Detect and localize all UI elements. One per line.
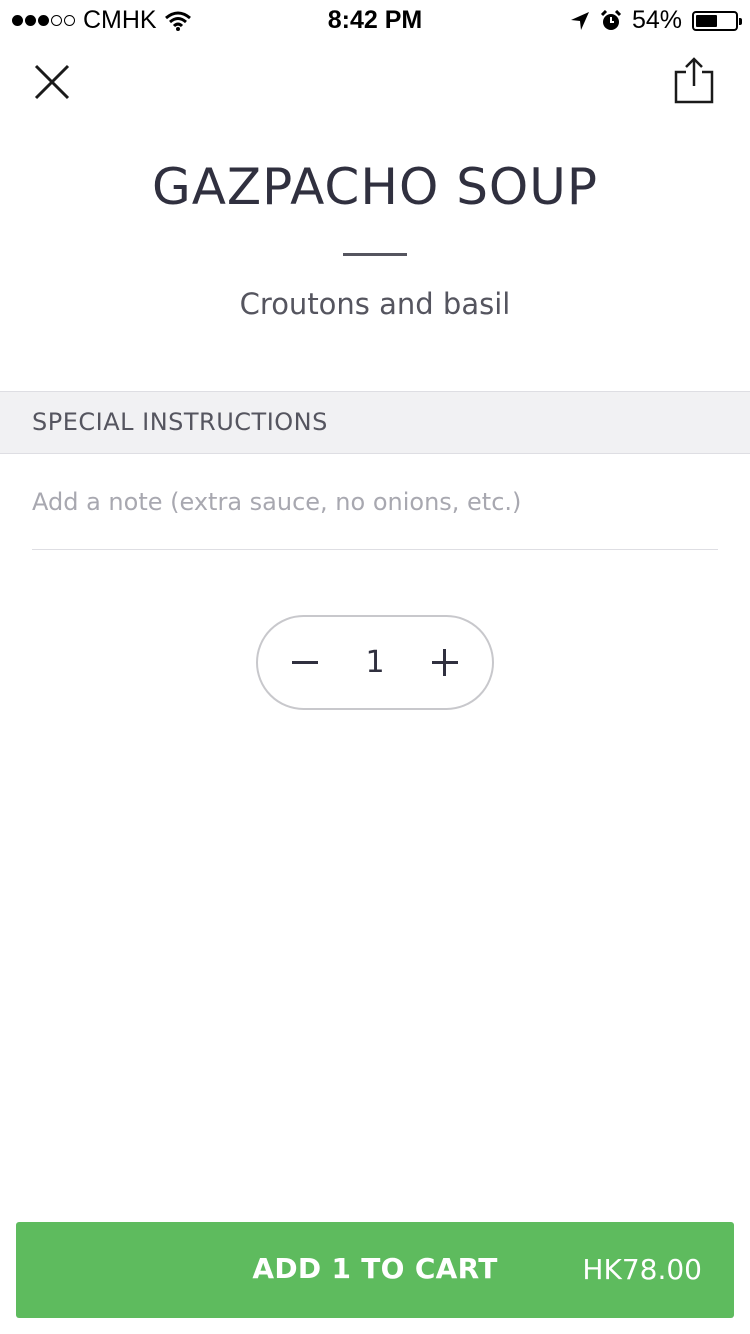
item-description: Croutons and basil [239, 287, 511, 321]
status-bar: CMHK 8:42 PM 54% [0, 0, 750, 40]
item-title: GAZPACHO SOUP [151, 158, 599, 216]
quantity-stepper: 1 [256, 615, 494, 710]
battery-icon [692, 10, 742, 31]
battery-percent: 54% [631, 6, 682, 34]
close-button[interactable] [30, 60, 74, 104]
alarm-icon [600, 9, 622, 30]
quantity-value: 1 [365, 645, 385, 680]
cart-price: HK78.00 [582, 1253, 702, 1286]
share-icon [674, 57, 714, 104]
special-instructions-label: SPECIAL INSTRUCTIONS [32, 408, 328, 436]
increase-quantity-button[interactable] [412, 617, 492, 708]
share-button[interactable] [672, 56, 716, 106]
special-instructions-input[interactable] [32, 470, 718, 534]
decrease-quantity-button[interactable] [258, 617, 338, 708]
special-instructions-header: SPECIAL INSTRUCTIONS [0, 391, 750, 454]
note-underline [32, 549, 718, 550]
status-right: 54% [570, 6, 742, 35]
location-arrow-icon [570, 11, 589, 30]
minus-icon [292, 661, 318, 664]
title-divider [343, 253, 407, 256]
close-icon [34, 64, 70, 100]
add-to-cart-button[interactable]: ADD 1 TO CART HK78.00 [16, 1222, 734, 1318]
